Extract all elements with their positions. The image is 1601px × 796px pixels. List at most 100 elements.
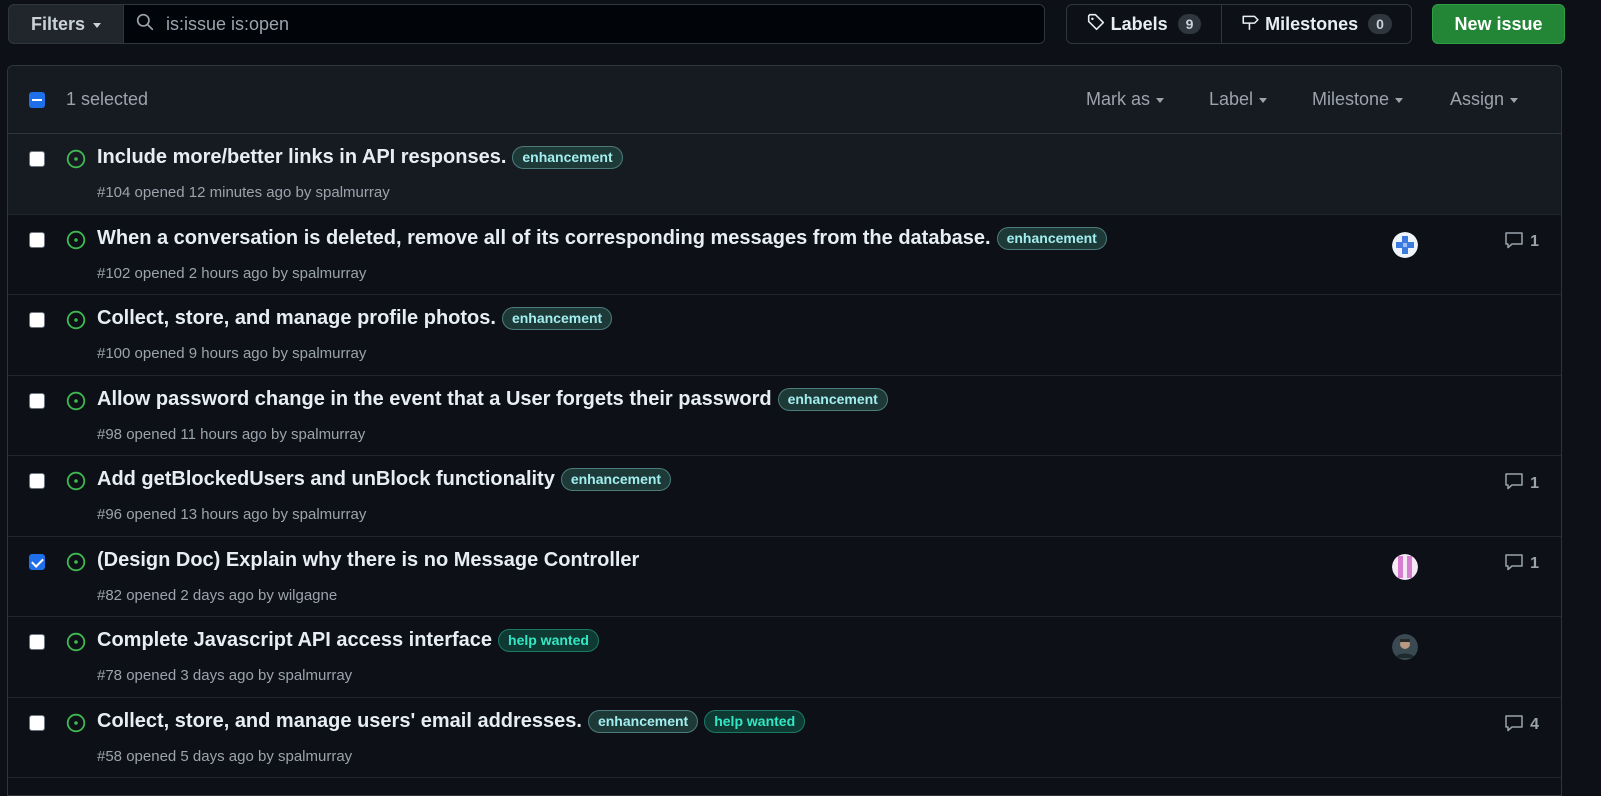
filters-label: Filters [30,13,86,34]
milestones-count: 0 [1368,14,1392,34]
issues-toolbar: Filters Labels 9 Milestones 0 New issue [8,4,1593,44]
assign-menu-label: Assign [1450,89,1505,109]
issue-title-line: When a conversation is deleted, remove a… [97,226,1361,250]
issue-opened-icon [66,632,86,652]
issue-title-line: Complete Javascript API access interface… [97,629,1361,652]
milestones-label: Milestones [1265,13,1359,34]
comment-icon [1504,231,1524,254]
tag-icon [1087,13,1105,36]
milestone-menu-label: Milestone [1312,89,1390,109]
milestones-button[interactable]: Milestones 0 [1221,4,1412,44]
issue-meta: #100 opened 9 hours ago by spalmurray [97,345,367,362]
issue-meta: #98 opened 11 hours ago by spalmurray [97,425,366,443]
issue-title-link[interactable]: When a conversation is deleted, remove a… [97,227,991,250]
issue-title-line: (Design Doc) Explain why there is no Mes… [97,549,1361,572]
comment-icon [1504,472,1524,495]
mark-as-label: Mark as [1086,89,1151,109]
issue-meta: #82 opened 2 days ago by wilgagne [97,586,338,604]
issue-label[interactable]: enhancement [512,146,623,169]
labels-count: 9 [1177,14,1202,34]
issue-checkbox[interactable] [29,312,45,328]
comment-count: 1 [1530,555,1539,572]
comment-count: 4 [1530,716,1539,733]
issue-row[interactable]: Complete Javascript API access interface… [8,617,1561,698]
issue-title-link[interactable]: Allow password change in the event that … [97,388,772,411]
issue-meta: #58 opened 5 days ago by spalmurray [97,747,353,765]
issue-title-link[interactable]: Collect, store, and manage users' email … [97,710,582,733]
issue-label[interactable]: enhancement [777,387,888,411]
issue-meta: #104 opened 12 minutes ago by spalmurray [97,184,390,201]
filters-button[interactable]: Filters [8,4,124,44]
comments-link[interactable]: 1 [1504,553,1539,576]
label-menu[interactable]: Label [1209,89,1268,110]
blue-cross-avatar[interactable] [1392,231,1418,258]
select-all-checkbox[interactable] [29,92,45,108]
comments-link[interactable]: 1 [1504,231,1539,254]
issue-row[interactable]: Allow password change in the event that … [8,375,1561,456]
new-issue-button[interactable]: New issue [1432,4,1565,44]
photo-avatar[interactable] [1392,634,1418,660]
issue-row[interactable]: Collect, store, and manage profile photo… [8,295,1561,376]
issue-rows: Include more/better links in API respons… [8,134,1561,778]
issue-checkbox[interactable] [29,553,45,570]
label-menu-label: Label [1209,89,1254,109]
issue-row[interactable]: When a conversation is deleted, remove a… [8,214,1561,295]
new-issue-label: New issue [1454,13,1543,34]
comments-link[interactable]: 1 [1504,472,1539,495]
issue-title-line: Include more/better links in API respons… [97,146,1361,169]
issue-meta: #102 opened 2 hours ago by spalmurray [97,264,367,282]
issue-checkbox[interactable] [29,473,45,489]
issue-title-link[interactable]: Complete Javascript API access interface [97,629,492,652]
issue-meta: #96 opened 13 hours ago by spalmurray [97,506,367,523]
issue-label[interactable]: help wanted [498,629,599,652]
chevron-down-icon [1156,98,1165,103]
comments-link[interactable]: 4 [1504,714,1539,737]
labels-label: Labels [1110,13,1168,34]
issue-opened-icon [66,552,86,572]
comment-icon [1504,553,1524,576]
milestone-menu[interactable]: Milestone [1312,89,1404,110]
comment-count: 1 [1530,233,1539,250]
issue-checkbox[interactable] [29,151,45,167]
issue-opened-icon [66,310,86,330]
issue-label[interactable]: enhancement [587,709,699,733]
comment-count: 1 [1530,474,1539,492]
issue-row[interactable]: Add getBlockedUsers and unBlock function… [8,456,1561,537]
labels-button[interactable]: Labels 9 [1066,4,1222,44]
issue-title-link[interactable]: Collect, store, and manage profile photo… [97,307,496,330]
issue-opened-icon [66,713,86,733]
issue-meta: #78 opened 3 days ago by spalmurray [97,667,353,684]
issue-row[interactable]: (Design Doc) Explain why there is no Mes… [8,536,1561,617]
issue-title-link[interactable]: Include more/better links in API respons… [97,146,506,169]
issue-row[interactable]: Collect, store, and manage users' email … [8,697,1561,778]
mark-as-menu[interactable]: Mark as [1086,89,1165,110]
assign-menu[interactable]: Assign [1450,89,1519,110]
issue-title-line: Collect, store, and manage profile photo… [97,307,1361,330]
issue-opened-icon [66,149,86,169]
issue-checkbox[interactable] [29,714,45,731]
chevron-down-icon [1395,98,1404,103]
search-input[interactable] [166,13,1026,35]
issue-title-link[interactable]: Add getBlockedUsers and unBlock function… [97,468,555,491]
issue-label[interactable]: enhancement [996,226,1107,250]
pink-stripe-avatar[interactable] [1392,553,1418,580]
issue-opened-icon [66,391,86,411]
issue-checkbox[interactable] [29,634,45,650]
search-icon [136,13,154,36]
issue-title-line: Collect, store, and manage users' email … [97,709,1361,733]
issue-search[interactable] [123,4,1045,44]
issue-row[interactable]: Include more/better links in API respons… [8,134,1561,215]
issue-title-link[interactable]: (Design Doc) Explain why there is no Mes… [97,549,639,572]
issue-checkbox[interactable] [29,231,45,248]
issue-label[interactable]: enhancement [501,307,613,330]
comment-icon [1504,714,1524,737]
chevron-down-icon [1259,98,1268,103]
issue-checkbox[interactable] [29,392,45,409]
issue-label[interactable]: enhancement [560,468,672,491]
issue-title-line: Allow password change in the event that … [97,387,1361,411]
chevron-down-icon [93,22,102,28]
milestone-icon [1241,13,1259,36]
chevron-down-icon [1510,98,1519,103]
issue-list: 1 selected Mark as Label Milestone Assig… [7,65,1562,796]
issue-label[interactable]: help wanted [704,709,806,733]
